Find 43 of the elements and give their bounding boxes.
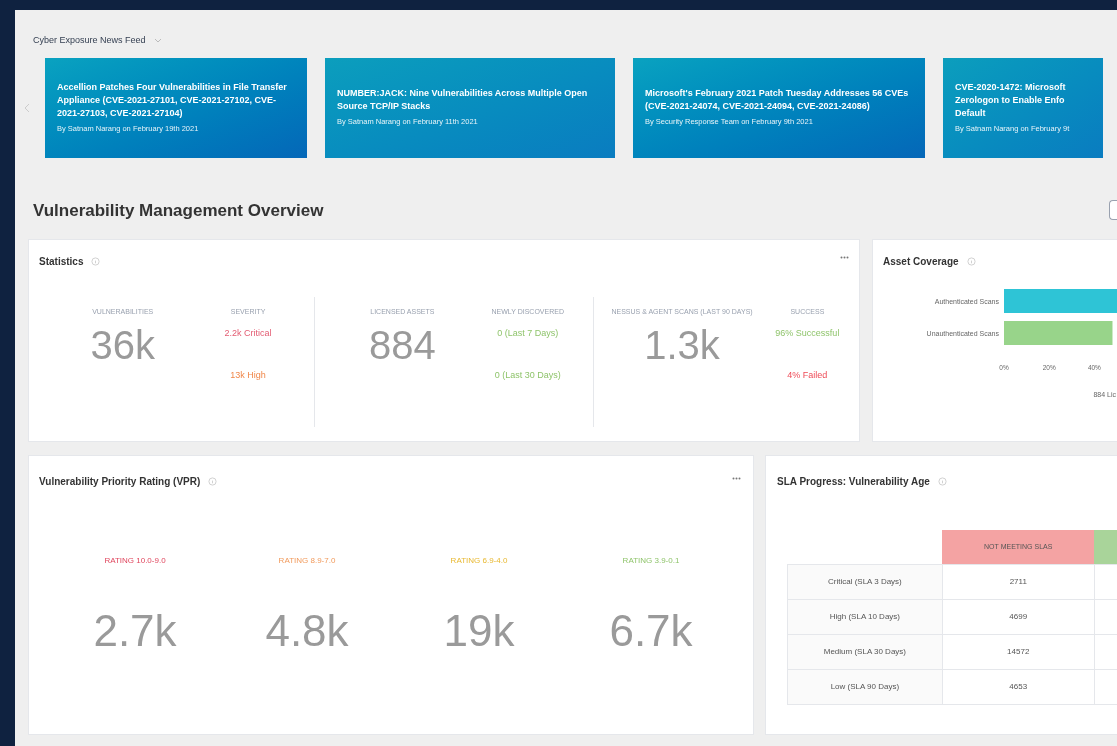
stat-detail: 13k High <box>230 368 266 382</box>
stat-value: 36k <box>90 325 155 365</box>
table-cell: 4699 <box>942 599 1095 634</box>
row-header: High (SLA 10 Days) <box>787 599 943 634</box>
rating-label: RATING 3.9-0.1 <box>622 555 680 567</box>
row-header: Low (SLA 90 Days) <box>787 669 943 704</box>
table-cell: 14572 <box>942 634 1095 669</box>
more-icon[interactable] <box>732 477 741 480</box>
card-title: SLA Progress: Vulnerability Age <box>777 475 930 489</box>
stat-value: 884 <box>369 325 436 365</box>
rating-label: RATING 6.9-4.0 <box>450 555 508 567</box>
table-cell: 4653 <box>942 669 1095 704</box>
row-header: Medium (SLA 30 Days) <box>787 634 943 669</box>
rating-value: 19k <box>443 609 515 653</box>
news-headline: Microsoft's February 2021 Patch Tuesday Addresses 56 CVEs (CVE-2021-24074, CVE-2021-24094, CVE-2021-24086) <box>645 87 910 114</box>
info-icon[interactable] <box>966 257 976 266</box>
rating-value: 6.7k <box>609 609 693 653</box>
card-title: Vulnerability Priority Rating (VPR) <box>39 475 201 489</box>
toolbar-button[interactable] <box>1109 200 1117 221</box>
row-header: Critical (SLA 3 Days) <box>787 564 943 599</box>
news-feed-title: Cyber Exposure News Feed <box>33 34 146 47</box>
card-title: Statistics <box>39 255 84 269</box>
stat-detail: 96% Successful <box>775 327 840 340</box>
info-icon[interactable] <box>208 477 218 486</box>
info-icon[interactable] <box>91 257 101 266</box>
news-headline: NUMBER:JACK: Nine Vulnerabilities Across Multiple Open Source TCP/IP Stacks <box>337 87 589 114</box>
stat-detail: 2.2k Critical <box>224 327 272 340</box>
news-headline: CVE-2020-1472: Microsoft Zerologon to Enable Enfo Default <box>955 80 1067 120</box>
news-headline: Accellion Patches Four Vulnerabilities in File Transfer Appliance (CVE-2021-27101, CVE-2021-27102, CVE-2021-27103, CVE-2021-27104) <box>57 80 288 120</box>
stat-detail: 4% Failed <box>787 368 828 382</box>
rating-label: RATING 10.0-9.0 <box>104 555 166 567</box>
more-icon[interactable] <box>840 256 849 259</box>
info-icon[interactable] <box>937 477 947 486</box>
table-cell: 2711 <box>942 564 1095 599</box>
chevron-icon[interactable] <box>153 37 162 44</box>
stat-detail: 0 (Last 30 Days) <box>494 368 561 382</box>
page-title: Vulnerability Management Overview <box>33 199 324 222</box>
rating-value: 2.7k <box>93 609 177 653</box>
stat-value: 1.3k <box>644 325 720 365</box>
rating-label: RATING 8.9-7.0 <box>278 555 336 567</box>
card-title: Asset Coverage <box>883 255 959 269</box>
stat-detail: 0 (Last 7 Days) <box>497 327 559 340</box>
rating-value: 4.8k <box>265 609 349 653</box>
